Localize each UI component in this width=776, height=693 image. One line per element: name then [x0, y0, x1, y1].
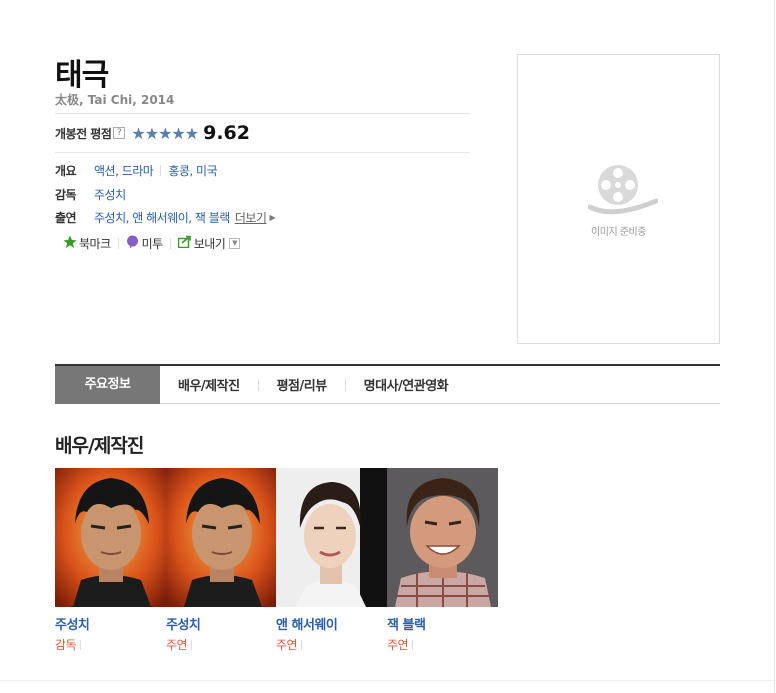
poster-placeholder-text: 이미지 준비중 — [591, 227, 646, 238]
share-icon — [177, 235, 192, 251]
divider — [80, 639, 82, 650]
rating-row: 개봉전 평점 ? ★★★★★ 9.62 — [55, 122, 250, 144]
action-bar: 북마크 미투 보내기 ▼ — [63, 235, 241, 252]
tab-bar: 주요정보 배우/제작진 평점/리뷰 명대사/연관영화 — [55, 364, 720, 404]
rating-score: 9.62 — [203, 122, 250, 144]
genre-label: 개요 — [55, 163, 77, 178]
cast-role: 주연 — [276, 636, 387, 653]
rating-label: 개봉전 평점 — [55, 126, 112, 141]
genre-row: 개요 액션, 드라마 홍콩, 미국 — [55, 161, 218, 179]
cast-row: 출연 주성치, 앤 해서웨이, 잭 블랙 더보기 ▶ — [55, 208, 276, 226]
director-link[interactable]: 주성치 — [94, 186, 126, 203]
divider — [55, 152, 470, 153]
divider — [160, 164, 162, 176]
divider — [191, 639, 193, 650]
cast-role-label: 주연 — [276, 638, 298, 652]
cast-role-label: 주연 — [166, 638, 188, 652]
cast-photo[interactable] — [276, 468, 387, 607]
rating-stars: ★★★★★ — [131, 123, 199, 143]
divider — [0, 680, 776, 681]
star-icon — [63, 235, 77, 252]
cast-name-link[interactable]: 주성치 — [166, 614, 277, 633]
cast-card: 잭 블랙 주연 — [387, 468, 498, 653]
cast-role-label: 감독 — [55, 638, 77, 652]
cast-card: 앤 해서웨이 주연 — [276, 468, 387, 653]
cast-photo[interactable] — [387, 468, 498, 607]
film-reel-icon — [587, 163, 659, 219]
country-link[interactable]: 홍콩, 미국 — [168, 162, 217, 179]
help-icon[interactable]: ? — [113, 127, 126, 139]
cast-card: 주성치 감독 — [55, 468, 166, 653]
divider — [301, 639, 303, 650]
cast-role: 감독 — [55, 636, 166, 653]
metoo-label: 미투 — [141, 236, 164, 251]
section-title: 배우/제작진 — [55, 435, 144, 457]
cast-label: 출연 — [55, 210, 77, 225]
cast-photo[interactable] — [166, 468, 277, 607]
share-label: 보내기 — [193, 236, 226, 251]
movie-subtitle: 太极, Tai Chi, 2014 — [55, 93, 175, 107]
bookmark-label: 북마크 — [79, 236, 111, 251]
divider — [169, 237, 171, 249]
more-link[interactable]: 더보기 — [235, 209, 267, 226]
metoo-button[interactable]: 미투 — [126, 235, 163, 252]
cast-name-link[interactable]: 앤 해서웨이 — [276, 614, 387, 633]
tab-ratings-reviews[interactable]: 평점/리뷰 — [259, 375, 345, 394]
tab-cast-crew[interactable]: 배우/제작진 — [160, 375, 258, 394]
divider — [117, 237, 119, 249]
tab-quotes-related[interactable]: 명대사/연관영화 — [346, 375, 466, 394]
cast-photo[interactable] — [55, 468, 166, 607]
bookmark-button[interactable]: 북마크 — [63, 235, 111, 252]
cast-link[interactable]: 주성치, 앤 해서웨이, 잭 블랙 — [94, 209, 230, 226]
cast-name-link[interactable]: 잭 블랙 — [387, 614, 498, 633]
cast-card: 주성치 주연 — [166, 468, 277, 653]
cast-role: 주연 — [387, 636, 498, 653]
chevron-down-icon[interactable]: ▼ — [229, 237, 241, 249]
cast-name-link[interactable]: 주성치 — [55, 614, 166, 633]
tab-main-info[interactable]: 주요정보 — [55, 365, 160, 404]
divider — [412, 639, 414, 650]
divider — [55, 113, 470, 114]
cast-role-label: 주연 — [387, 638, 409, 652]
chevron-right-icon: ▶ — [269, 212, 276, 222]
metoo-icon — [126, 235, 140, 252]
share-button[interactable]: 보내기 — [177, 235, 226, 252]
genre-link[interactable]: 액션, 드라마 — [94, 162, 154, 179]
page-right-border — [774, 0, 775, 693]
movie-title: 태극 — [55, 58, 109, 93]
cast-role: 주연 — [166, 636, 277, 653]
poster-placeholder: 이미지 준비중 — [517, 54, 720, 344]
director-label: 감독 — [55, 187, 77, 202]
director-row: 감독 주성치 — [55, 185, 126, 203]
